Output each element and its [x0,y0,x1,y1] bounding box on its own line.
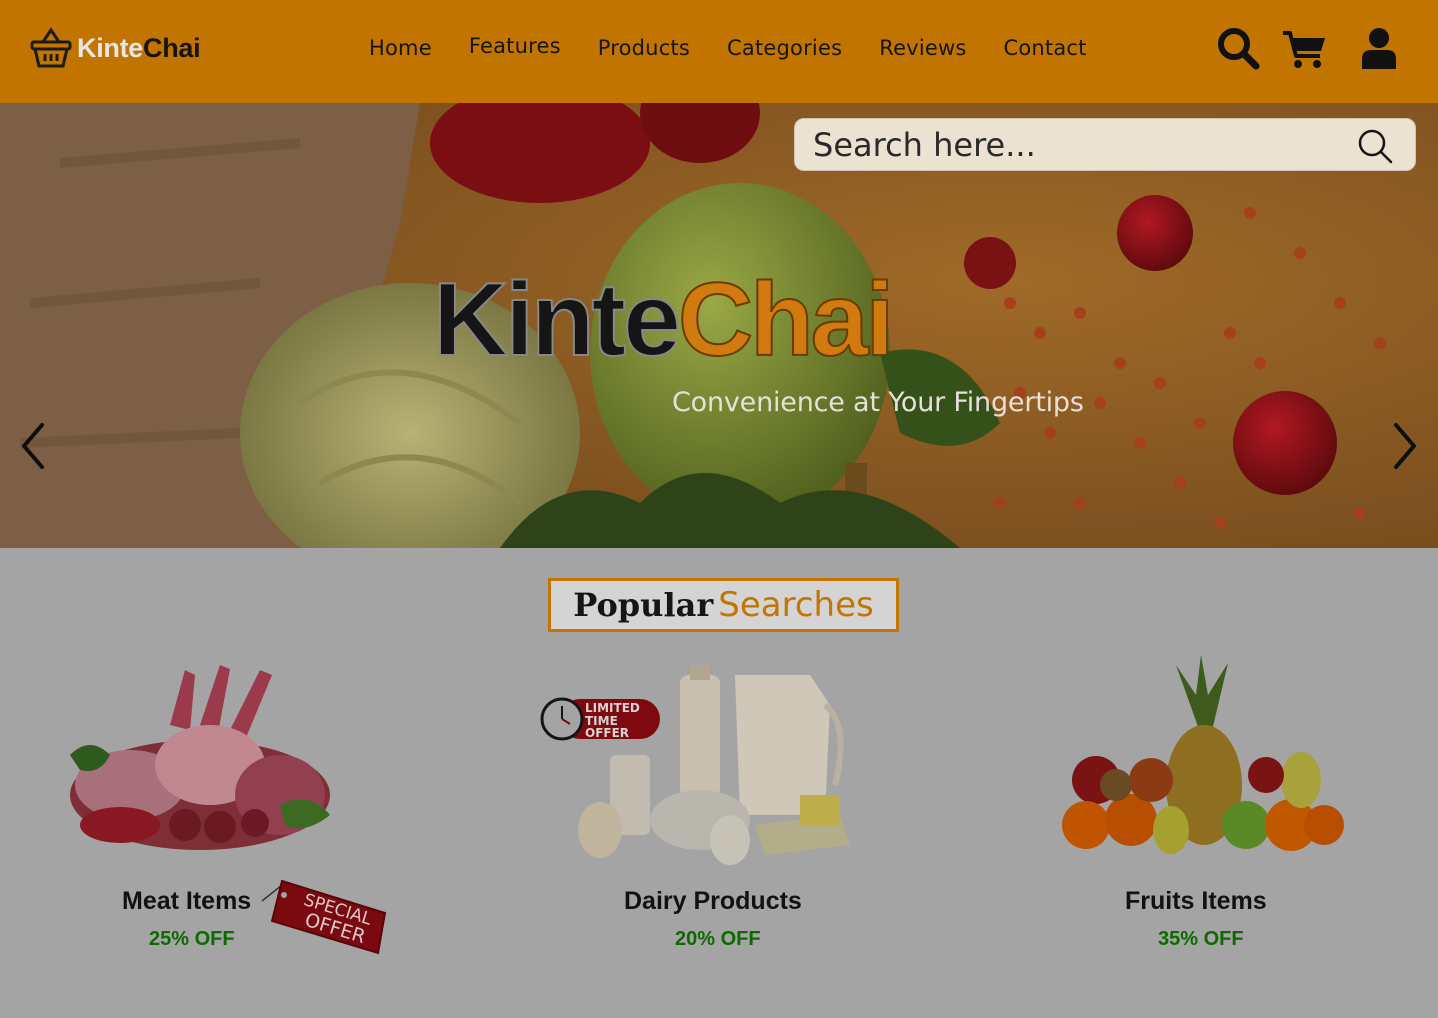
nav-features[interactable]: Features [469,34,561,60]
nav-reviews[interactable]: Reviews [879,36,966,60]
basket-icon [30,27,72,68]
product-card-meat[interactable]: Meat Items 25% OFF SPECIAL OFFER [60,655,460,955]
search-input[interactable] [813,125,1333,165]
logo-text: KinteChai [77,32,201,64]
dairy-products-image [578,665,850,865]
nav-contact[interactable]: Contact [1004,36,1087,60]
search-icon[interactable] [1216,26,1260,70]
hero-title-part1: Kinte [432,262,682,378]
previous-slide-arrow-icon[interactable] [18,421,48,471]
popular-title-part1: Popular [573,586,714,624]
discount-label: 25% OFF [149,928,235,950]
limited-time-offer-badge-icon: LIMITED TIME OFFER [540,697,660,741]
product-card-fruits[interactable]: Fruits Items 35% OFF [1056,655,1356,955]
svg-text:LIMITED: LIMITED [585,701,640,715]
nav-home[interactable]: Home [369,36,432,60]
hero-subtitle: Convenience at Your Fingertips [672,387,1084,418]
meat-items-image [70,665,330,850]
fruits-items-image [1062,655,1344,854]
search-bar [794,118,1416,171]
cart-icon[interactable] [1282,30,1327,70]
nav-categories[interactable]: Categories [727,36,842,60]
user-icon[interactable] [1361,27,1397,71]
logo[interactable]: KinteChai [30,26,201,70]
svg-text:OFFER: OFFER [585,726,629,740]
card-title: Dairy Products [624,887,802,915]
discount-label: 20% OFF [675,928,761,950]
card-title: Fruits Items [1125,887,1267,915]
next-slide-arrow-icon[interactable] [1390,421,1420,471]
logo-text-part2: Chai [143,32,201,63]
card-title: Meat Items [122,887,252,915]
popular-searches-title: Popular Searches [548,578,899,632]
main-nav: Home Features Products Categories Review… [369,34,1124,60]
product-card-dairy[interactable]: LIMITED TIME OFFER Dairy Products 20% OF… [540,655,900,955]
special-offer-tag-icon: SPECIAL OFFER [261,879,387,955]
hero-title: KinteChai [432,262,895,378]
search-icon[interactable] [1357,128,1393,164]
popular-title-part2: Searches [718,585,874,625]
logo-text-part1: Kinte [77,32,144,63]
header: KinteChai Home Features Products Categor… [0,0,1438,103]
hero-title-part2: Chai [677,262,895,378]
nav-products[interactable]: Products [598,36,690,60]
discount-label: 35% OFF [1158,928,1244,950]
